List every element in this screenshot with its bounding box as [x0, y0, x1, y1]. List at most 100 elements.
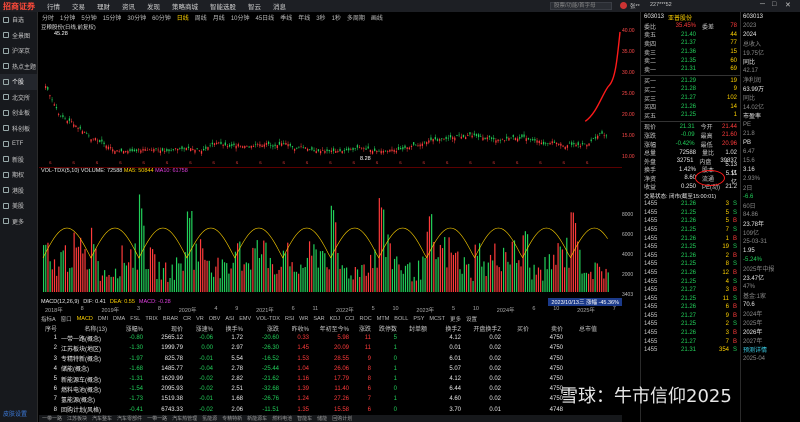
table-row[interactable]: 8 回购计划(风格) -0.41 6743.33 -0.02 2.06 -11.51 1.35… [39, 405, 622, 415]
indicator-tab-11[interactable]: ASI [225, 316, 234, 322]
table-row[interactable]: 4 储能(概念) -1.68 1485.77 -0.04 2.78 -25.44 1.04 26… [39, 364, 622, 374]
sector-tab-2[interactable]: 汽车整车 [92, 415, 112, 422]
indicator-tab-16[interactable]: SAR [313, 316, 324, 322]
menu-zhiyun[interactable]: 智云 [242, 1, 267, 11]
sector-tab-11[interactable]: 储能 [317, 415, 327, 422]
indicator-tab-14[interactable]: RSI [285, 316, 294, 322]
table-row[interactable]: 6 燃料电池(概念) -1.54 2095.93 -0.02 2.51 -32.68 1.39… [39, 384, 622, 394]
period-tab-8[interactable]: 月线 [210, 13, 228, 22]
column-header[interactable]: 涨跌 [349, 324, 371, 333]
indicator-tab-7[interactable]: BRAR [163, 316, 178, 322]
sector-tab-1[interactable]: 江苏板块 [67, 415, 87, 422]
indicator-tab-17[interactable]: KDJ [330, 316, 340, 322]
asks-level[interactable]: 卖四 21.37 77 [641, 39, 740, 48]
bids-level[interactable]: 买一 21.29 19 [641, 77, 740, 86]
indicator-tab-24[interactable]: 更多 [450, 315, 461, 323]
column-header[interactable]: 总市值 [563, 324, 597, 333]
period-tab-9[interactable]: 10分钟 [228, 13, 253, 22]
asks-level[interactable]: 卖三 21.36 15 [641, 48, 740, 57]
user-icon[interactable] [620, 2, 627, 9]
sidebar-item-2[interactable]: 沪深京 [0, 43, 37, 59]
indicator-tab-0[interactable]: 指标A [41, 315, 56, 323]
table-row[interactable]: 7 氢能源(概念) -1.73 1519.38 -0.01 1.68 -26.76 1.24 2… [39, 394, 622, 404]
period-tab-10[interactable]: 45日线 [253, 13, 278, 22]
indicator-tab-19[interactable]: ROC [360, 316, 372, 322]
indicator-tab-22[interactable]: PSY [413, 316, 424, 322]
period-tab-15[interactable]: 多周期 [344, 13, 368, 22]
column-header[interactable]: 封单额 [397, 324, 427, 333]
menu-discover[interactable]: 发现 [141, 1, 166, 11]
minimize-icon[interactable]: ─ [760, 1, 765, 8]
sector-tab-4[interactable]: 一带一路 [147, 415, 167, 422]
indicator-tab-8[interactable]: CR [183, 316, 191, 322]
table-row[interactable]: 1 一带一路(概念) -0.80 2565.12 -0.06 1.72 -20.60 0.33… [39, 333, 622, 343]
indicator-tab-12[interactable]: EMV [239, 316, 251, 322]
indicator-tab-9[interactable]: VR [196, 316, 204, 322]
search-input[interactable]: 股票/功能/首字母 [550, 2, 612, 10]
sidebar-item-1[interactable]: 全景图 [0, 28, 37, 44]
asks-level[interactable]: 卖二 21.35 60 [641, 56, 740, 66]
period-tab-14[interactable]: 1秒 [329, 13, 344, 22]
kline-chart[interactable]: SSSSSSSSSSSSSSSSSSSSSSSS [39, 22, 622, 168]
period-tab-11[interactable]: 季线 [277, 13, 295, 22]
column-header[interactable]: 名称(13) [57, 324, 107, 333]
indicator-tab-21[interactable]: BOLL [394, 316, 408, 322]
period-tab-7[interactable]: 周线 [192, 13, 210, 22]
column-header[interactable]: 现价 [143, 324, 183, 333]
maximize-icon[interactable]: □ [772, 1, 776, 8]
asks-level[interactable]: 卖一 21.31 69 [641, 65, 740, 74]
period-tab-2[interactable]: 5分钟 [78, 13, 99, 22]
indicator-tab-10[interactable]: OBV [209, 316, 221, 322]
menu-message[interactable]: 消息 [267, 1, 292, 11]
indicator-tab-15[interactable]: WR [299, 316, 308, 322]
asks-level[interactable]: 卖五 21.40 44 [641, 31, 740, 40]
sidebar-item-5[interactable]: 北交所 [0, 90, 37, 106]
column-header[interactable]: 昨收% [279, 324, 309, 333]
indicator-tab-5[interactable]: FSL [130, 316, 140, 322]
column-header[interactable]: 买价 [501, 324, 529, 333]
bids-level[interactable]: 买三 21.27 102 [641, 94, 740, 103]
period-tab-1[interactable]: 1分钟 [57, 13, 78, 22]
column-header[interactable]: 年初至今% [309, 324, 349, 333]
sector-tab-12[interactable]: 回购计划 [332, 415, 352, 422]
indicator-tab-13[interactable]: VOL-TDX [256, 316, 280, 322]
column-header[interactable]: 换手% [213, 324, 243, 333]
menu-strategy[interactable]: 策略商城 [166, 1, 204, 11]
sector-tab-8[interactable]: 新能源车 [247, 415, 267, 422]
period-tab-4[interactable]: 30分钟 [124, 13, 149, 22]
bids-level[interactable]: 买四 21.26 14 [641, 102, 740, 112]
column-header[interactable]: 卖价 [529, 324, 563, 333]
sidebar-item-3[interactable]: 热点主题 [0, 59, 37, 75]
sidebar-item-11[interactable]: 港股 [0, 183, 37, 199]
sidebar-item-8[interactable]: ETF [0, 136, 37, 152]
sector-tab-7[interactable]: 专精特新 [222, 415, 242, 422]
column-header[interactable]: 涨跌 [243, 324, 279, 333]
menu-finance[interactable]: 理财 [91, 1, 116, 11]
sector-tab-5[interactable]: 汽车热管理 [172, 415, 197, 422]
forecast-detail-link[interactable]: 预测详情 [741, 345, 800, 354]
column-header[interactable]: 换手Z [427, 324, 461, 333]
indicator-tab-23[interactable]: MCST [429, 316, 445, 322]
period-tab-3[interactable]: 15分钟 [100, 13, 125, 22]
period-tab-6[interactable]: 日线 [174, 13, 192, 22]
indicator-tab-25[interactable]: 设置 [466, 315, 477, 323]
sector-tab-0[interactable]: 一带一路 [42, 415, 62, 422]
table-row[interactable]: 3 专精特新(概念) -1.97 825.78 -0.01 5.54 -16.52 1.53 2… [39, 354, 622, 364]
skin-settings-link[interactable]: 皮肤设置 [3, 409, 27, 418]
indicator-tab-6[interactable]: TRIX [145, 316, 158, 322]
indicator-tab-3[interactable]: DMI [98, 316, 108, 322]
menu-quote[interactable]: 行情 [41, 1, 66, 11]
period-tab-13[interactable]: 3秒 [313, 13, 328, 22]
table-row[interactable]: 2 江苏板块(地区) -1.30 1999.79 0.00 2.97 -26.30 1.45 2… [39, 343, 622, 353]
table-row[interactable]: 5 新能源车(概念) -1.31 1629.99 -0.02 2.82 -21.62 1.16… [39, 374, 622, 384]
indicator-tab-18[interactable]: CCI [345, 316, 354, 322]
close-icon[interactable]: ✕ [785, 1, 791, 9]
sidebar-item-7[interactable]: 科创板 [0, 121, 37, 137]
bids-level[interactable]: 买五 21.25 1 [641, 111, 740, 120]
period-tab-5[interactable]: 60分钟 [149, 13, 174, 22]
indicator-tab-4[interactable]: DMA [113, 316, 125, 322]
sidebar-item-0[interactable]: 自选 [0, 12, 37, 28]
column-header[interactable]: 跌停数 [371, 324, 397, 333]
menu-news[interactable]: 资讯 [116, 1, 141, 11]
sidebar-item-6[interactable]: 创业板 [0, 105, 37, 121]
